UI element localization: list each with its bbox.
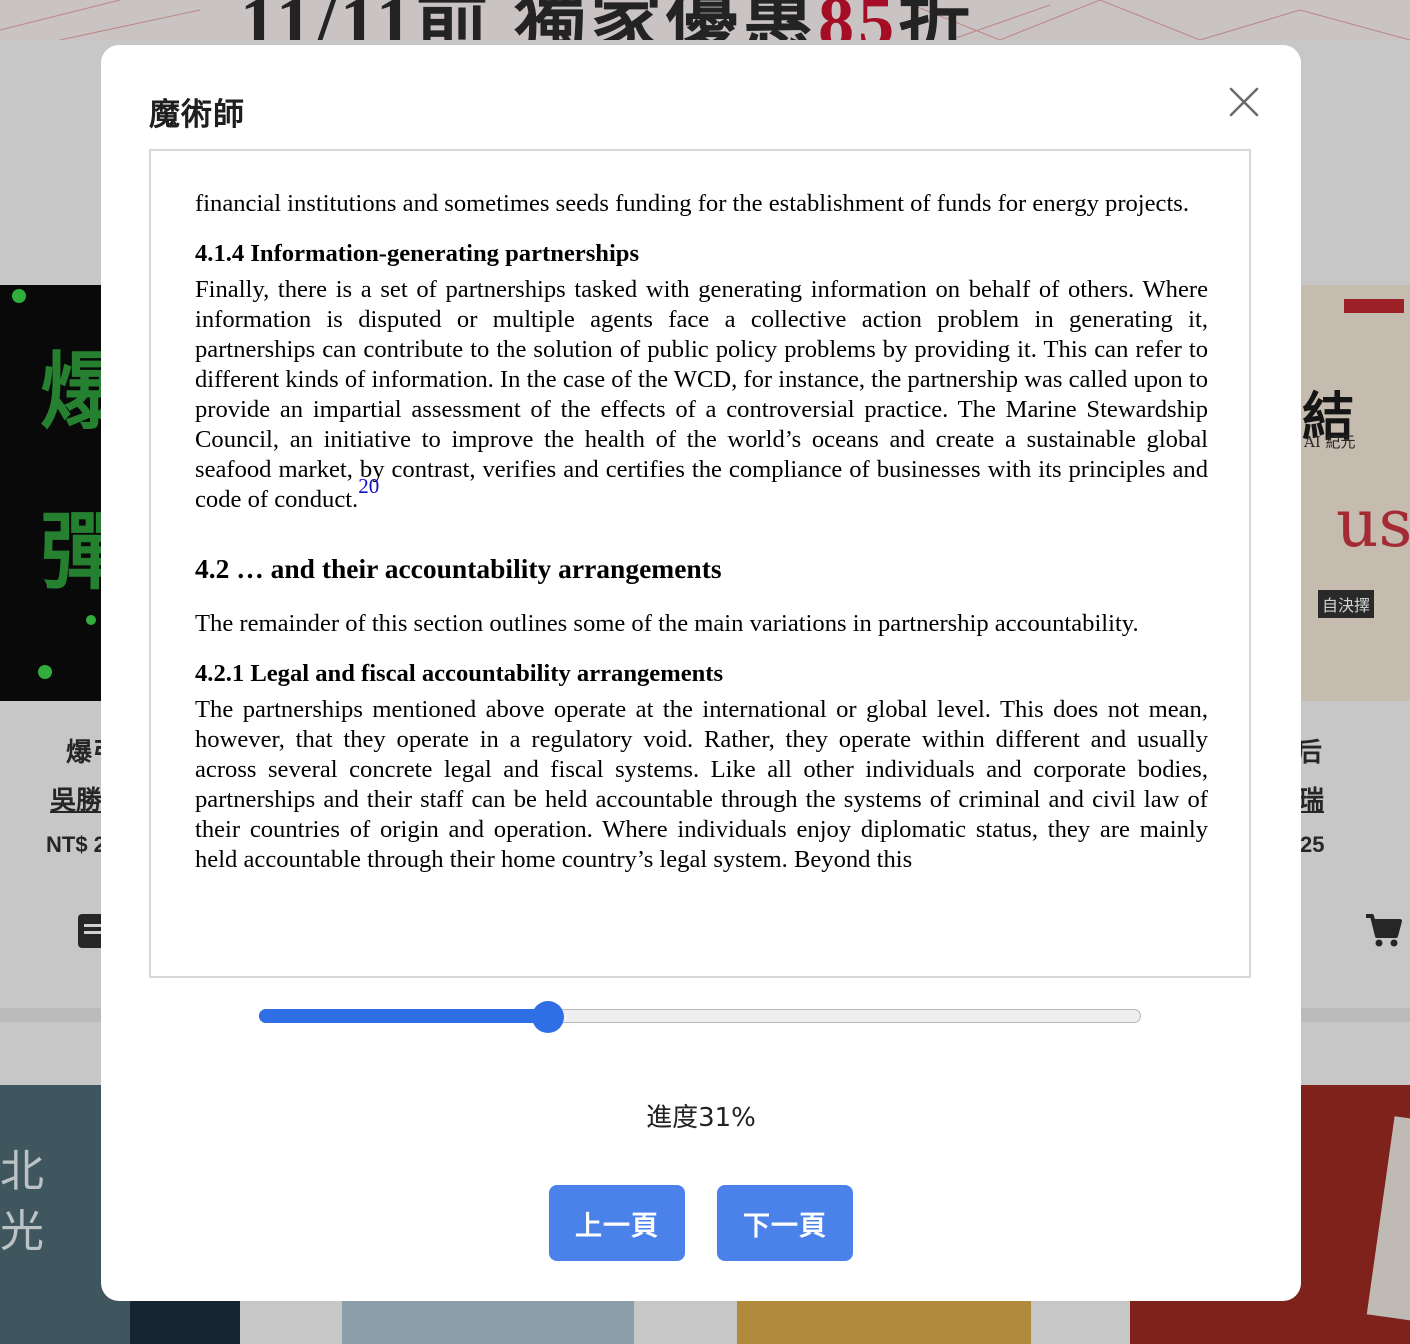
reader-modal: 魔術師 financial institutions and sometimes… [101, 45, 1301, 1301]
modal-title: 魔術師 [149, 97, 245, 133]
close-button[interactable] [1227, 85, 1261, 119]
paragraph: The partnerships mentioned above operate… [195, 696, 1208, 873]
prev-page-button[interactable]: 上一頁 [549, 1185, 685, 1261]
section-heading: 4.2 … and their accountability arrangeme… [195, 553, 722, 584]
slider-fill [259, 1009, 549, 1023]
next-page-button[interactable]: 下一頁 [717, 1185, 853, 1261]
close-icon [1229, 87, 1259, 117]
footnote-link[interactable]: 20 [358, 474, 379, 498]
slider-thumb[interactable] [532, 1001, 565, 1033]
section-heading: 4.1.4 Information-generating partnership… [195, 240, 640, 267]
paragraph: financial institutions and sometimes see… [195, 190, 1190, 217]
document-viewer[interactable]: financial institutions and sometimes see… [149, 149, 1251, 978]
paragraph: Finally, there is a set of partnerships … [195, 276, 1208, 513]
progress-label: 進度31% [646, 1103, 756, 1133]
document-page: financial institutions and sometimes see… [195, 189, 1208, 875]
progress-slider[interactable] [259, 1001, 1143, 1033]
paragraph: The remainder of this section outlines s… [195, 610, 1139, 637]
section-heading: 4.2.1 Legal and fiscal accountability ar… [195, 660, 724, 687]
